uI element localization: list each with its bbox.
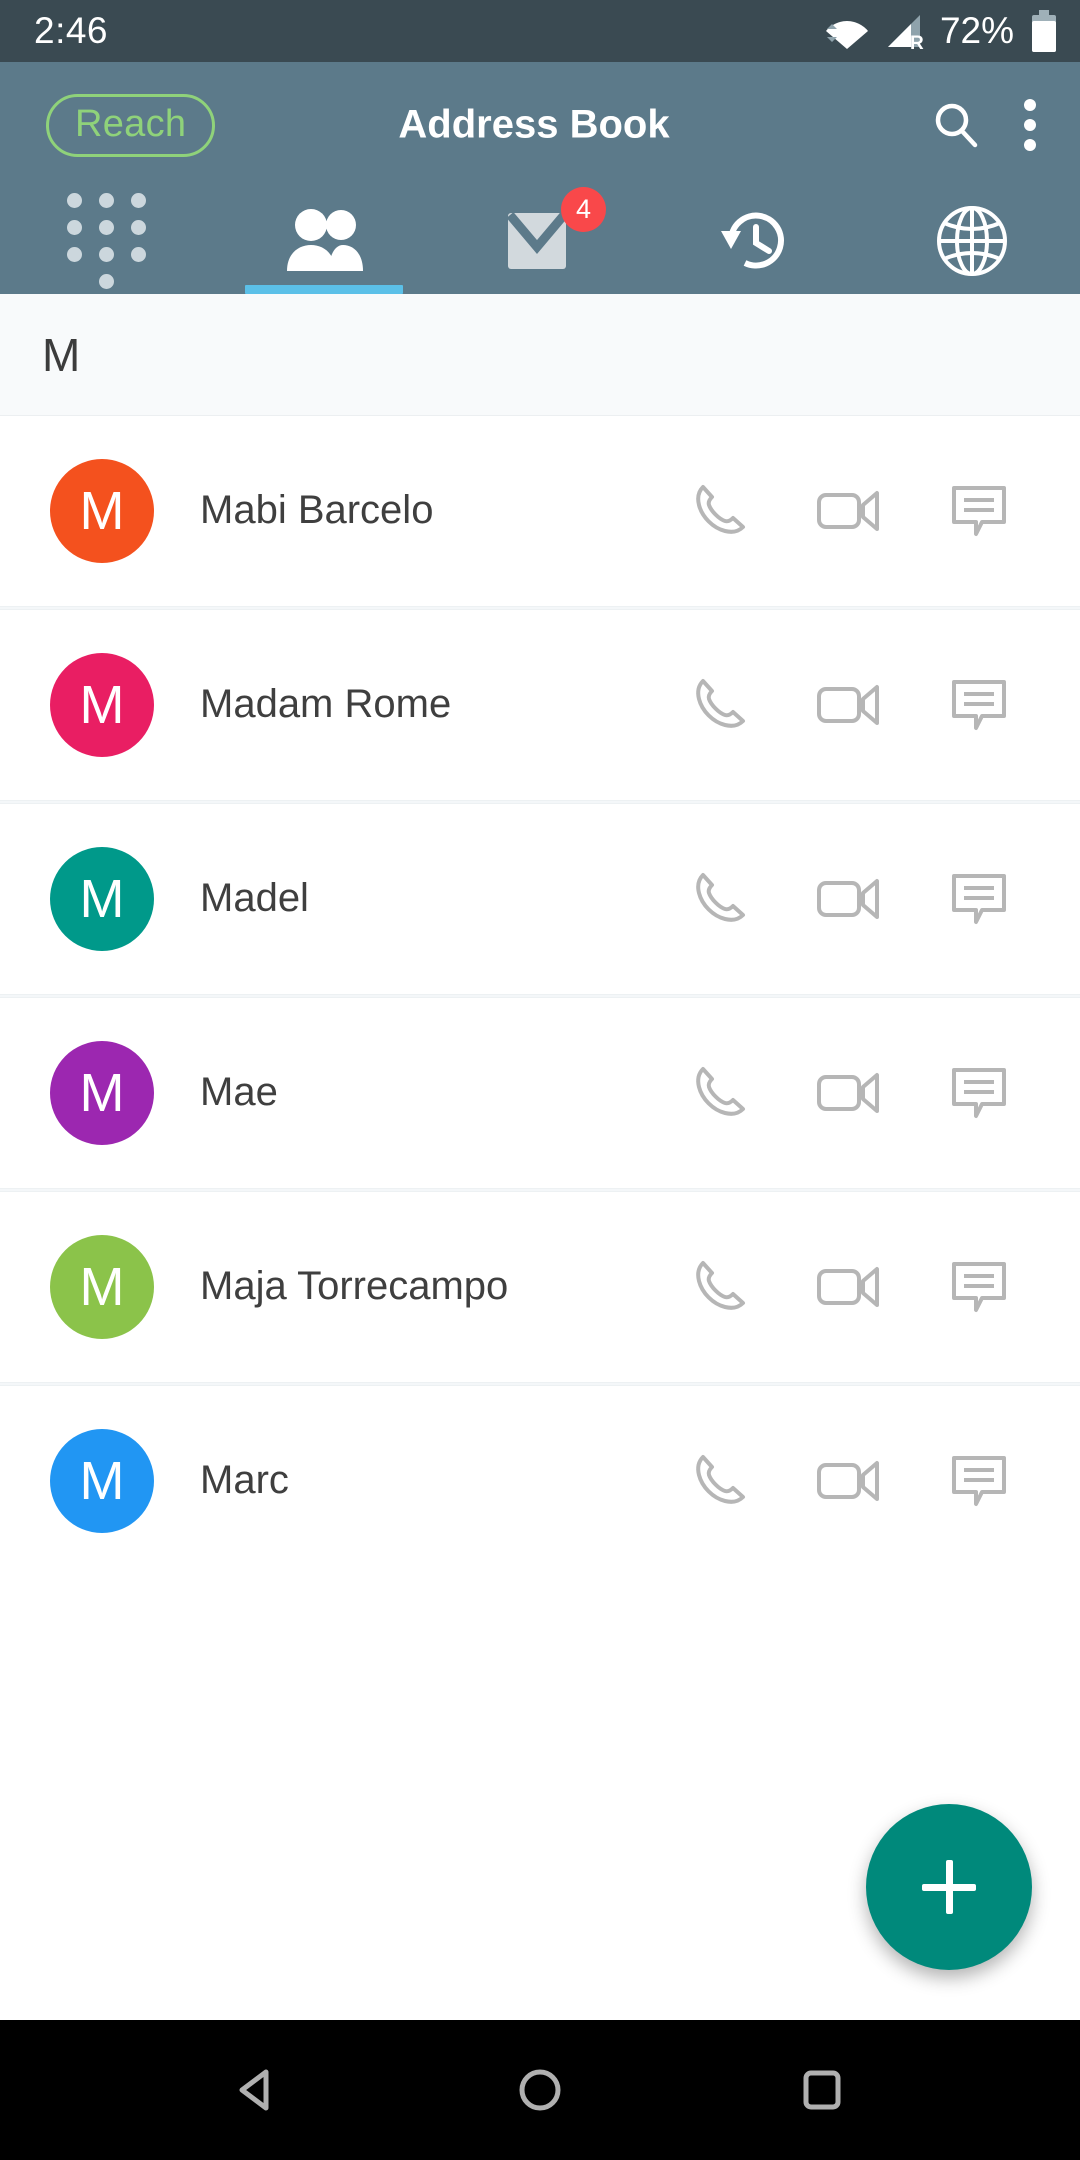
- app-bar-actions: [928, 95, 1054, 155]
- app-bar: Reach Address Book 4: [0, 62, 1080, 294]
- video-call-action-icon[interactable]: [784, 1259, 914, 1315]
- page-title: Address Book: [398, 102, 670, 147]
- globe-icon: [934, 203, 1010, 279]
- row-actions: [654, 673, 1080, 737]
- video-call-action-icon[interactable]: [784, 871, 914, 927]
- phone-screen: 2:46 R 72% Reach Address Book 4 M M Mabi…: [0, 0, 1080, 2160]
- svg-text:R: R: [910, 33, 924, 51]
- video-call-action-icon[interactable]: [784, 1065, 914, 1121]
- message-action-icon[interactable]: [914, 1062, 1044, 1124]
- avatar: M: [50, 459, 154, 563]
- contact-name: Maja Torrecampo: [200, 1264, 509, 1309]
- row-actions: [654, 1061, 1080, 1125]
- tab-messages[interactable]: 4: [432, 187, 648, 294]
- table-row[interactable]: M Marc: [0, 1386, 1080, 1576]
- contact-name: Marc: [200, 1458, 289, 1503]
- video-call-action-icon[interactable]: [784, 1453, 914, 1509]
- contact-rows: M Mabi Barcelo M Madam Rome M Madel M Mae M Maja …: [0, 416, 1080, 1576]
- call-action-icon[interactable]: [654, 479, 784, 543]
- app-bar-top: Reach Address Book: [0, 62, 1080, 188]
- table-row[interactable]: M Mabi Barcelo: [0, 416, 1080, 606]
- row-actions: [654, 1255, 1080, 1319]
- message-action-icon[interactable]: [914, 1450, 1044, 1512]
- nav-home-button[interactable]: [495, 2045, 585, 2135]
- table-row[interactable]: M Madam Rome: [0, 610, 1080, 800]
- status-bar-icons: R 72%: [824, 10, 1058, 52]
- avatar: M: [50, 1041, 154, 1145]
- row-actions: [654, 867, 1080, 931]
- status-bar-time: 2:46: [34, 10, 109, 51]
- section-header: M: [0, 294, 1080, 416]
- table-row[interactable]: M Madel: [0, 804, 1080, 994]
- call-action-icon[interactable]: [654, 1449, 784, 1513]
- nav-recents-button[interactable]: [777, 2045, 867, 2135]
- call-action-icon[interactable]: [654, 673, 784, 737]
- contact-name: Madam Rome: [200, 682, 452, 727]
- avatar: M: [50, 1235, 154, 1339]
- overflow-menu-icon[interactable]: [1020, 95, 1040, 155]
- battery-percent-label: 72%: [939, 10, 1014, 51]
- dialpad-icon: [67, 193, 149, 289]
- contact-name: Madel: [200, 876, 309, 921]
- history-icon: [717, 205, 795, 277]
- contact-name: Mae: [200, 1070, 278, 1115]
- contact-name: Mabi Barcelo: [200, 488, 434, 533]
- table-row[interactable]: M Mae: [0, 998, 1080, 1188]
- call-action-icon[interactable]: [654, 1255, 784, 1319]
- row-actions: [654, 1449, 1080, 1513]
- android-nav-bar: [0, 2020, 1080, 2160]
- video-call-action-icon[interactable]: [784, 483, 914, 539]
- tab-dialpad[interactable]: [0, 188, 216, 294]
- avatar: M: [50, 653, 154, 757]
- status-bar: 2:46 R 72%: [0, 0, 1080, 62]
- video-call-action-icon[interactable]: [784, 677, 914, 733]
- call-action-icon[interactable]: [654, 867, 784, 931]
- contact-list[interactable]: M M Mabi Barcelo M Madam Rome M Madel M Mae M Maj…: [0, 294, 1080, 2020]
- search-icon[interactable]: [928, 97, 984, 153]
- message-action-icon[interactable]: [914, 868, 1044, 930]
- message-action-icon[interactable]: [914, 1256, 1044, 1318]
- nav-back-button[interactable]: [213, 2045, 303, 2135]
- messages-badge: 4: [561, 187, 606, 232]
- avatar: M: [50, 1429, 154, 1533]
- message-action-icon[interactable]: [914, 480, 1044, 542]
- tab-history[interactable]: [648, 188, 864, 294]
- mail-icon: 4: [504, 187, 606, 275]
- row-actions: [654, 479, 1080, 543]
- add-contact-fab[interactable]: [866, 1804, 1032, 1970]
- avatar: M: [50, 847, 154, 951]
- section-header-letter: M: [42, 328, 81, 381]
- message-action-icon[interactable]: [914, 674, 1044, 736]
- call-action-icon[interactable]: [654, 1061, 784, 1125]
- tab-bar: 4: [0, 187, 1080, 294]
- reach-logo[interactable]: Reach: [46, 93, 216, 157]
- battery-icon: [1030, 10, 1058, 52]
- active-tab-indicator: [245, 285, 403, 294]
- contacts-icon: [281, 205, 367, 277]
- wifi-icon: [824, 11, 870, 51]
- tab-web[interactable]: [864, 188, 1080, 294]
- table-row[interactable]: M Maja Torrecampo: [0, 1192, 1080, 1382]
- tab-contacts[interactable]: [216, 188, 432, 294]
- cellular-signal-roaming-icon: R: [884, 11, 926, 51]
